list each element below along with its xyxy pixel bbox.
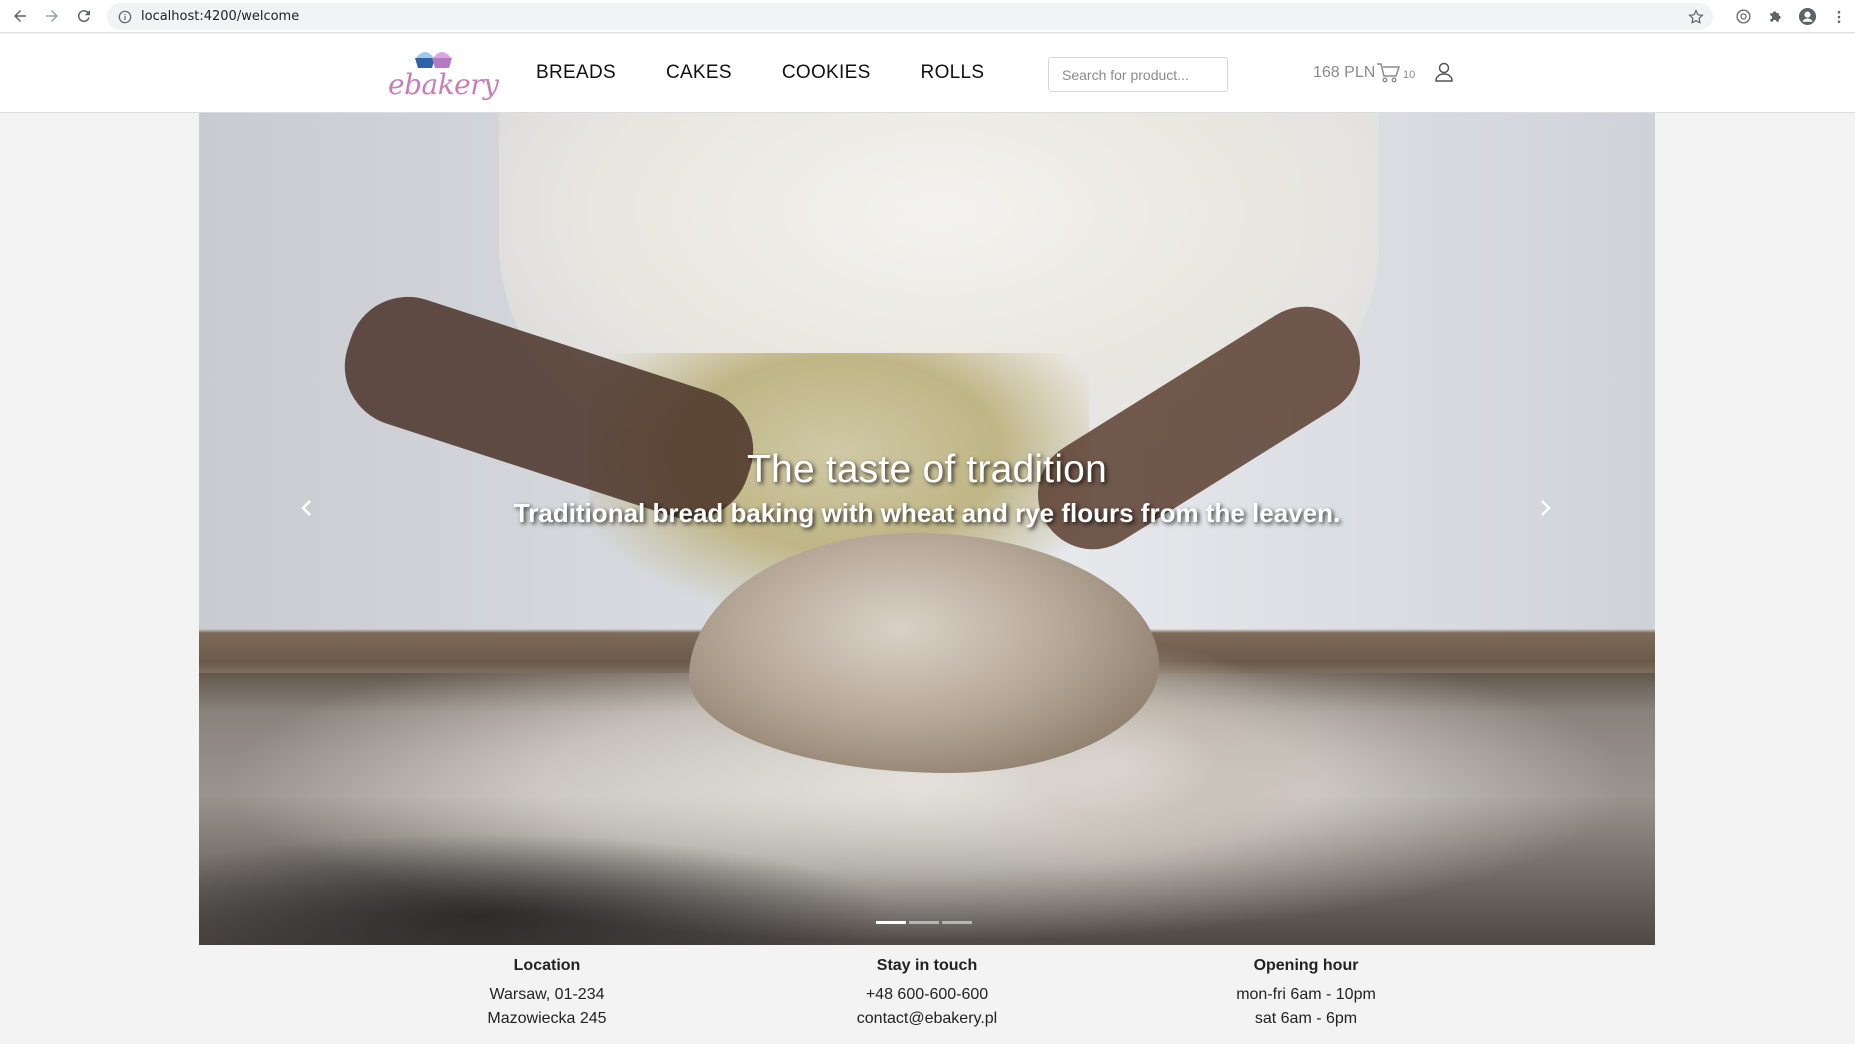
profile-icon[interactable] [1797, 7, 1817, 27]
carousel-prev-button[interactable] [287, 483, 327, 533]
main-menu: BREADS CAKES COOKIES ROLLS [536, 62, 984, 84]
site-footer: Location Warsaw, 01-234 Mazowiecka 245 S… [0, 945, 1855, 1044]
footer-location: Location Warsaw, 01-234 Mazowiecka 245 [447, 957, 647, 1031]
footer-hours-line: sat 6am - 6pm [1254, 1010, 1358, 1027]
footer-contact: Stay in touch +48 600-600-600 contact@eb… [827, 957, 1027, 1031]
menu-item-breads[interactable]: BREADS [536, 62, 616, 84]
footer-heading: Location [513, 957, 581, 974]
carousel-indicator[interactable] [876, 921, 906, 924]
carousel-indicators [876, 921, 972, 924]
info-icon[interactable] [117, 9, 133, 25]
cart-count: 10 [1403, 69, 1416, 81]
carousel-indicator[interactable] [942, 921, 972, 924]
back-icon[interactable] [4, 0, 36, 32]
hero-title: The taste of tradition [747, 448, 1107, 491]
address-bar[interactable]: localhost:4200/welcome [107, 3, 1713, 30]
extension-icon[interactable] [1733, 7, 1753, 27]
footer-heading: Stay in touch [876, 957, 978, 974]
chevron-left-icon [301, 500, 311, 516]
hero-carousel: The taste of tradition Traditional bread… [199, 113, 1655, 945]
forward-icon[interactable] [36, 0, 68, 32]
hero-subtitle: Traditional bread baking with wheat and … [513, 498, 1341, 528]
menu-item-cookies[interactable]: COOKIES [782, 62, 871, 84]
chevron-right-icon [1541, 500, 1551, 516]
footer-address-line: Mazowiecka 245 [487, 1010, 607, 1027]
url-text[interactable]: localhost:4200/welcome [141, 9, 299, 24]
footer-hours-line: mon-fri 6am - 10pm [1236, 986, 1376, 1003]
search-input[interactable] [1048, 57, 1228, 92]
carousel-indicator[interactable] [909, 921, 939, 924]
site-header: ebakery BREADS CAKES COOKIES ROLLS 168 P… [0, 34, 1855, 113]
logo-text: ebakery [388, 68, 499, 101]
menu-item-rolls[interactable]: ROLLS [921, 62, 985, 84]
footer-phone: +48 600-600-600 [865, 986, 989, 1003]
footer-email: contact@ebakery.pl [856, 1010, 998, 1027]
carousel-caption: The taste of tradition Traditional bread… [199, 448, 1655, 529]
carousel-next-button[interactable] [1525, 483, 1565, 533]
hero-image-shadow [199, 833, 899, 945]
footer-address-line: Warsaw, 01-234 [489, 986, 605, 1003]
footer-heading: Opening hour [1253, 957, 1359, 974]
reload-icon[interactable] [68, 0, 100, 32]
cart-icon[interactable] [1375, 60, 1401, 86]
cart-total: 168 PLN [1313, 64, 1376, 81]
more-menu-icon[interactable] [1829, 7, 1849, 27]
footer-hours: Opening hour mon-fri 6am - 10pm sat 6am … [1206, 957, 1406, 1031]
user-icon[interactable] [1434, 61, 1454, 83]
bookmark-star-icon[interactable] [1687, 8, 1705, 26]
browser-toolbar: localhost:4200/welcome [0, 0, 1855, 33]
puzzle-icon[interactable] [1765, 7, 1785, 27]
ebakery-logo[interactable]: ebakery [388, 44, 499, 104]
menu-item-cakes[interactable]: CAKES [666, 62, 732, 84]
